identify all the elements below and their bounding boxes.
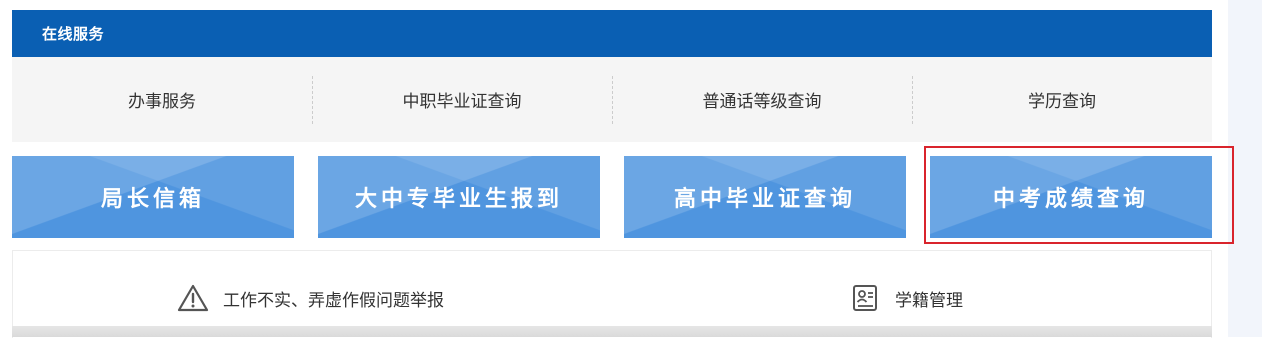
service-item-mandarin-level[interactable]: 普通话等级查询: [612, 57, 912, 142]
tile-label: 大中专毕业生报到: [354, 187, 563, 212]
graduate-registration-tile[interactable]: 大中专毕业生报到: [318, 156, 600, 238]
student-status-management-link[interactable]: 学籍管理: [849, 283, 963, 313]
misconduct-report-link[interactable]: 工作不实、弄虚作假问题举报: [177, 283, 444, 313]
service-item-vocational-diploma[interactable]: 中职毕业证查询: [312, 57, 612, 142]
service-links-bar: 办事服务 中职毕业证查询 普通话等级查询 学历查询: [12, 57, 1212, 142]
link-label: 工作不实、弄虚作假问题举报: [223, 290, 444, 311]
link-label: 学籍管理: [895, 290, 963, 311]
id-card-icon: [853, 285, 877, 311]
tile-label: 局长信箱: [100, 187, 205, 212]
high-school-diploma-tile[interactable]: 高中毕业证查询: [624, 156, 906, 238]
director-mailbox-tile[interactable]: 局长信箱: [12, 156, 294, 238]
online-services-header: 在线服务: [12, 10, 1212, 57]
header-title: 在线服务: [42, 25, 105, 43]
bottom-shade-bar: [12, 326, 1212, 337]
tile-label: 高中毕业证查询: [673, 187, 856, 212]
bottom-links-panel: 工作不实、弄虚作假问题举报 学籍管理: [12, 250, 1212, 338]
service-item-education-record[interactable]: 学历查询: [912, 57, 1212, 142]
tile-label: 中考成绩查询: [992, 187, 1149, 212]
service-item-affairs[interactable]: 办事服务: [12, 57, 312, 142]
warning-icon: [177, 284, 209, 312]
